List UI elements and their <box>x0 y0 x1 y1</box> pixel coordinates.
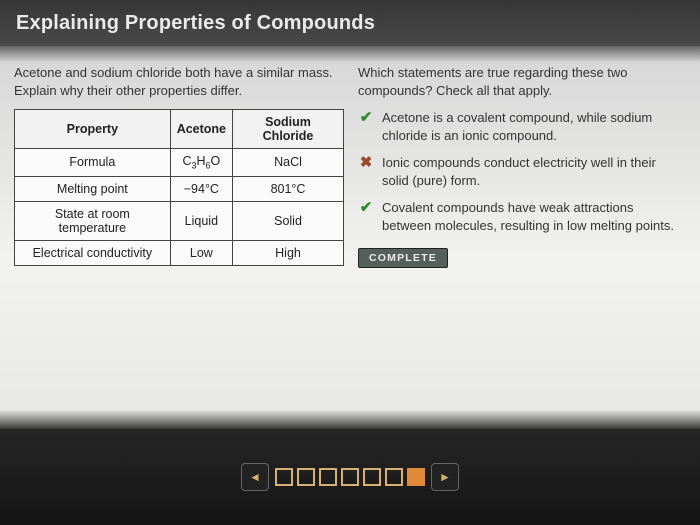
choice-item[interactable]: ✔ Acetone is a covalent compound, while … <box>358 109 686 144</box>
nav-slide-indicator[interactable] <box>341 468 359 486</box>
cell-acetone-formula: C3H6O <box>170 149 232 177</box>
nav-slide-indicator[interactable] <box>297 468 315 486</box>
cell-property: State at room temperature <box>15 201 171 240</box>
cell-property: Formula <box>15 149 171 177</box>
choice-item[interactable]: ✔ Covalent compounds have weak attractio… <box>358 199 686 234</box>
chevron-left-icon: ◄ <box>249 470 261 484</box>
choice-text: Ionic compounds conduct electricity well… <box>382 154 686 189</box>
choice-text: Acetone is a covalent compound, while so… <box>382 109 686 144</box>
table-row: Formula C3H6O NaCl <box>15 149 344 177</box>
slide-screen: Explaining Properties of Compounds Aceto… <box>0 0 700 525</box>
page-title: Explaining Properties of Compounds <box>16 12 375 35</box>
left-column: Acetone and sodium chloride both have a … <box>14 64 354 417</box>
cell-property: Electrical conductivity <box>15 240 171 265</box>
prev-button[interactable]: ◄ <box>241 463 269 491</box>
table-header-row: Property Acetone Sodium Chloride <box>15 110 344 149</box>
nav-squares <box>275 468 425 486</box>
table-row: Melting point −94°C 801°C <box>15 176 344 201</box>
cell-acetone: Liquid <box>170 201 232 240</box>
choice-list: ✔ Acetone is a covalent compound, while … <box>358 109 686 234</box>
properties-table: Property Acetone Sodium Chloride Formula… <box>14 109 344 266</box>
complete-button[interactable]: COMPLETE <box>358 248 448 268</box>
cell-property: Melting point <box>15 176 171 201</box>
right-column: Which statements are true regarding thes… <box>354 64 686 417</box>
cell-nacl: Solid <box>233 201 344 240</box>
th-sodium-chloride: Sodium Chloride <box>233 110 344 149</box>
nav-slide-indicator[interactable] <box>363 468 381 486</box>
choice-item[interactable]: ✖ Ionic compounds conduct electricity we… <box>358 154 686 189</box>
chevron-right-icon: ► <box>439 470 451 484</box>
header-bar: Explaining Properties of Compounds <box>0 0 700 46</box>
nav-bar: ◄ ► <box>0 429 700 525</box>
check-icon: ✔ <box>358 200 374 216</box>
question-text: Which statements are true regarding thes… <box>358 64 686 99</box>
check-icon: ✔ <box>358 110 374 126</box>
cross-icon: ✖ <box>358 155 374 171</box>
cell-acetone: −94°C <box>170 176 232 201</box>
table-row: State at room temperature Liquid Solid <box>15 201 344 240</box>
nav-slide-indicator[interactable] <box>385 468 403 486</box>
th-property: Property <box>15 110 171 149</box>
next-button[interactable]: ► <box>431 463 459 491</box>
choice-text: Covalent compounds have weak attractions… <box>382 199 686 234</box>
cell-nacl: High <box>233 240 344 265</box>
cell-nacl: 801°C <box>233 176 344 201</box>
th-acetone: Acetone <box>170 110 232 149</box>
lead-text: Acetone and sodium chloride both have a … <box>14 64 344 99</box>
nav-slide-indicator-active[interactable] <box>407 468 425 486</box>
cell-nacl: NaCl <box>233 149 344 177</box>
nav-slide-indicator[interactable] <box>319 468 337 486</box>
table-row: Electrical conductivity Low High <box>15 240 344 265</box>
nav-slide-indicator[interactable] <box>275 468 293 486</box>
cell-acetone: Low <box>170 240 232 265</box>
content-area: Acetone and sodium chloride both have a … <box>0 56 700 417</box>
